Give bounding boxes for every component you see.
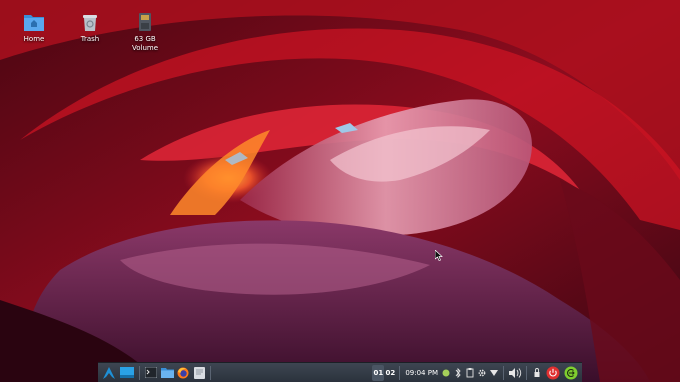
text-editor-icon [193,366,205,379]
desktop-icon-trash[interactable]: Trash [60,12,120,44]
terminal-icon [145,367,157,378]
desktop-icon-label-line1: 63 GB [134,35,156,43]
desktop-icon [120,366,134,378]
text-editor-launcher[interactable] [191,364,207,382]
network-wifi-icon[interactable] [489,364,499,382]
taskbar: 01 02 09:04 PM [98,362,582,382]
clock[interactable]: 09:04 PM [403,369,440,377]
update-status-icon[interactable] [441,364,451,382]
show-desktop-button[interactable] [118,364,136,382]
desktop-icon-label: Home [23,35,45,43]
folder-home-icon [24,15,44,31]
logout-button-icon[interactable] [563,364,579,382]
bluetooth-icon[interactable] [453,364,463,382]
lock-screen-icon[interactable] [531,364,543,382]
terminal-launcher[interactable] [143,364,159,382]
app-menu-button[interactable] [100,364,118,382]
firefox-launcher[interactable] [175,364,191,382]
firefox-icon [177,367,189,378]
drive-icon [139,13,151,31]
taskbar-separator [399,365,401,380]
workspace-2-button[interactable]: 02 [384,365,396,381]
workspace-1-button[interactable]: 01 [372,364,385,381]
settings-gear-icon[interactable] [477,364,487,382]
mouse-cursor-icon [435,250,443,261]
volume-icon[interactable] [508,364,522,382]
trash-icon [83,15,97,31]
power-button-icon[interactable] [545,364,561,382]
desktop-wallpaper [0,0,680,382]
desktop-icon-label-line2: Volume [131,44,159,52]
desktop-icon-volume[interactable]: 63 GB Volume [115,12,175,53]
taskbar-separator [526,365,527,380]
taskbar-separator [503,365,504,380]
arch-logo-icon [103,366,115,379]
folder-icon [160,368,174,378]
clipboard-icon[interactable] [465,364,475,382]
desktop-icon-label: Trash [80,35,100,43]
file-manager-launcher[interactable] [159,364,175,382]
desktop-icon-home[interactable]: Home [4,12,64,44]
taskbar-separator [139,365,140,380]
taskbar-separator [210,365,211,380]
